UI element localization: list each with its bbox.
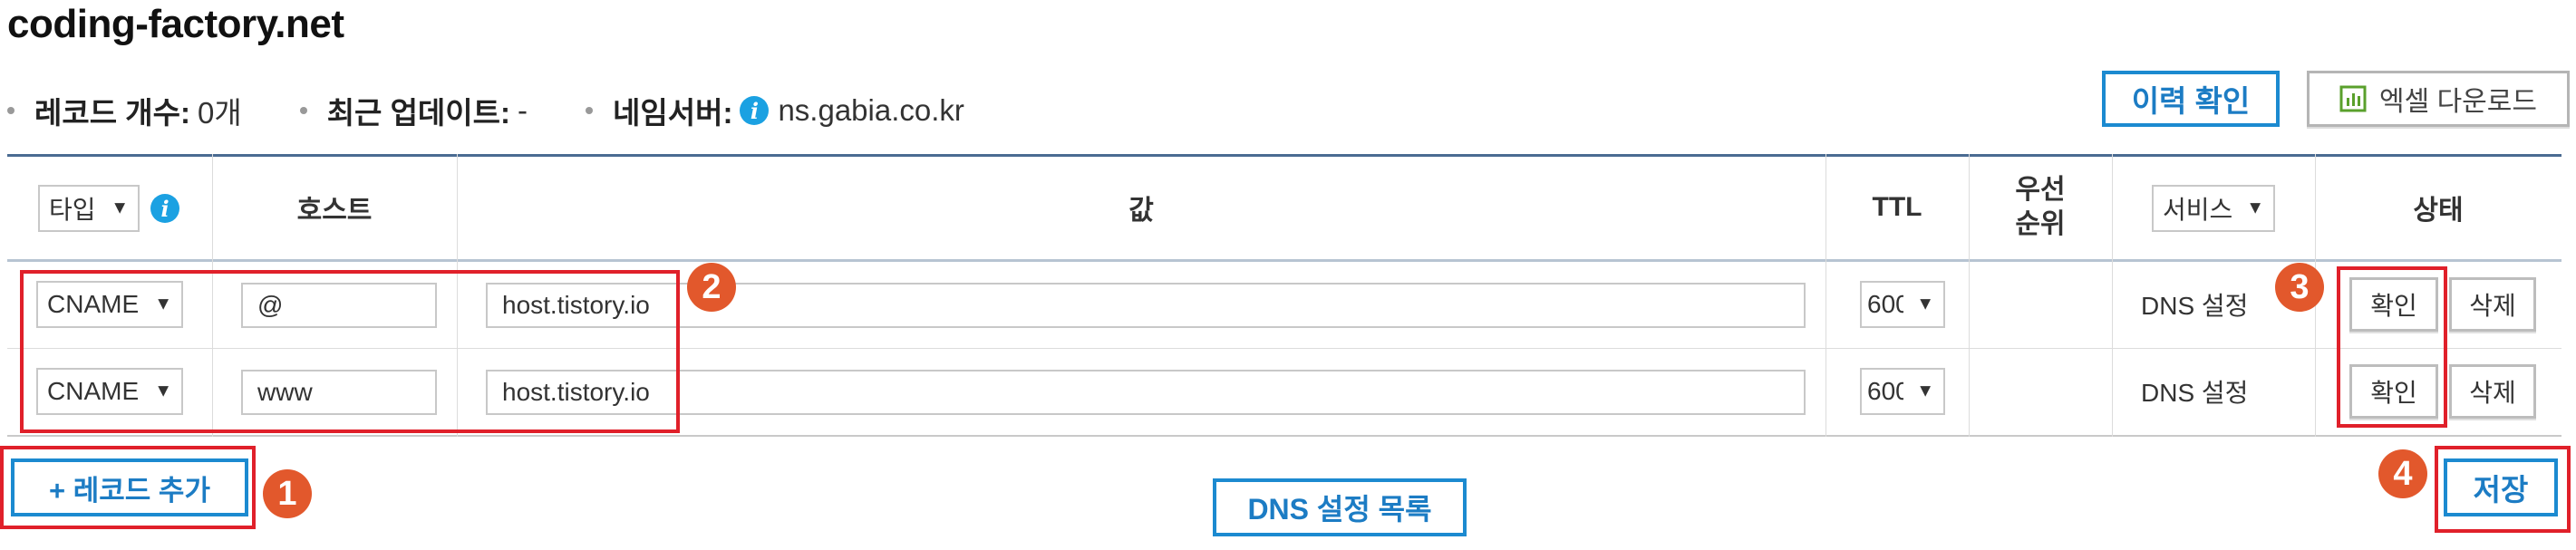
- service-filter-label: 서비스: [2163, 196, 2233, 224]
- header-host: 호스트: [296, 196, 373, 226]
- last-update-label: 최근 업데이트:: [326, 96, 511, 130]
- summary-bar: 레코드 개수: 0개 최근 업데이트: - 네임서버: i ns.gabia.c…: [7, 89, 1022, 132]
- header-ttl: TTL: [1872, 192, 1922, 222]
- annotation-box-3: [2337, 266, 2447, 428]
- history-button[interactable]: 이력 확인: [2102, 71, 2280, 127]
- header-status: 상태: [2413, 196, 2464, 226]
- last-update: 최근 업데이트: -: [299, 89, 528, 132]
- delete-button[interactable]: 삭제: [2449, 277, 2536, 332]
- nameserver-label: 네임서버:: [613, 96, 733, 130]
- domain-title: coding-factory.net: [7, 2, 344, 46]
- type-filter-select[interactable]: 타입 ▼: [38, 185, 140, 232]
- info-icon[interactable]: i: [740, 96, 770, 125]
- header-priority: 우선 순위: [1969, 154, 2112, 261]
- nameserver-value: ns.gabia.co.kr: [778, 93, 964, 127]
- header-priority-line2: 순위: [2015, 209, 2066, 239]
- value-input[interactable]: host.tistory.io: [486, 370, 1806, 415]
- dropdown-arrow-icon: ▼: [2246, 198, 2264, 218]
- dropdown-arrow-icon: ▼: [111, 198, 129, 218]
- annotation-box-2: [20, 270, 680, 433]
- annotation-badge-2: 2: [687, 263, 736, 312]
- column-divider: [2112, 154, 2113, 437]
- table-bottom-border: [7, 435, 2561, 437]
- dns-list-button[interactable]: DNS 설정 목록: [1213, 478, 1467, 536]
- info-icon[interactable]: i: [150, 194, 179, 223]
- annotation-box-4: [2435, 446, 2571, 533]
- header-priority-line1: 우선: [2015, 175, 2066, 205]
- annotation-box-1: [0, 446, 256, 529]
- ttl-value: 600: [1867, 290, 1903, 318]
- record-count-value: 0개: [197, 96, 242, 130]
- excel-download-button[interactable]: 엑셀 다운로드: [2307, 71, 2570, 127]
- delete-button[interactable]: 삭제: [2449, 364, 2536, 419]
- bullet-icon: [7, 107, 15, 114]
- bullet-icon: [299, 107, 307, 114]
- last-update-value: -: [518, 93, 528, 127]
- spreadsheet-icon: [2339, 85, 2367, 112]
- nameserver: 네임서버: i ns.gabia.co.kr: [586, 89, 964, 132]
- ttl-select[interactable]: 600 ▼: [1860, 281, 1945, 328]
- bullet-icon: [586, 107, 594, 114]
- dropdown-arrow-icon: ▼: [1916, 294, 1934, 314]
- service-filter-select[interactable]: 서비스 ▼: [2152, 185, 2275, 232]
- header-value: 값: [1128, 196, 1154, 226]
- ttl-select[interactable]: 600 ▼: [1860, 368, 1945, 415]
- record-count-label: 레코드 개수:: [34, 96, 190, 130]
- ttl-value: 600: [1867, 377, 1903, 405]
- annotation-badge-3: 3: [2275, 263, 2324, 312]
- excel-download-label: 엑셀 다운로드: [2379, 87, 2537, 117]
- record-count: 레코드 개수: 0개: [7, 89, 242, 132]
- service-text: DNS 설정: [2141, 292, 2249, 320]
- service-text: DNS 설정: [2141, 379, 2249, 407]
- type-filter-label: 타입: [49, 196, 96, 224]
- dropdown-arrow-icon: ▼: [1916, 381, 1934, 401]
- annotation-badge-1: 1: [263, 469, 312, 518]
- annotation-badge-4: 4: [2378, 449, 2427, 498]
- value-input[interactable]: host.tistory.io: [486, 283, 1806, 328]
